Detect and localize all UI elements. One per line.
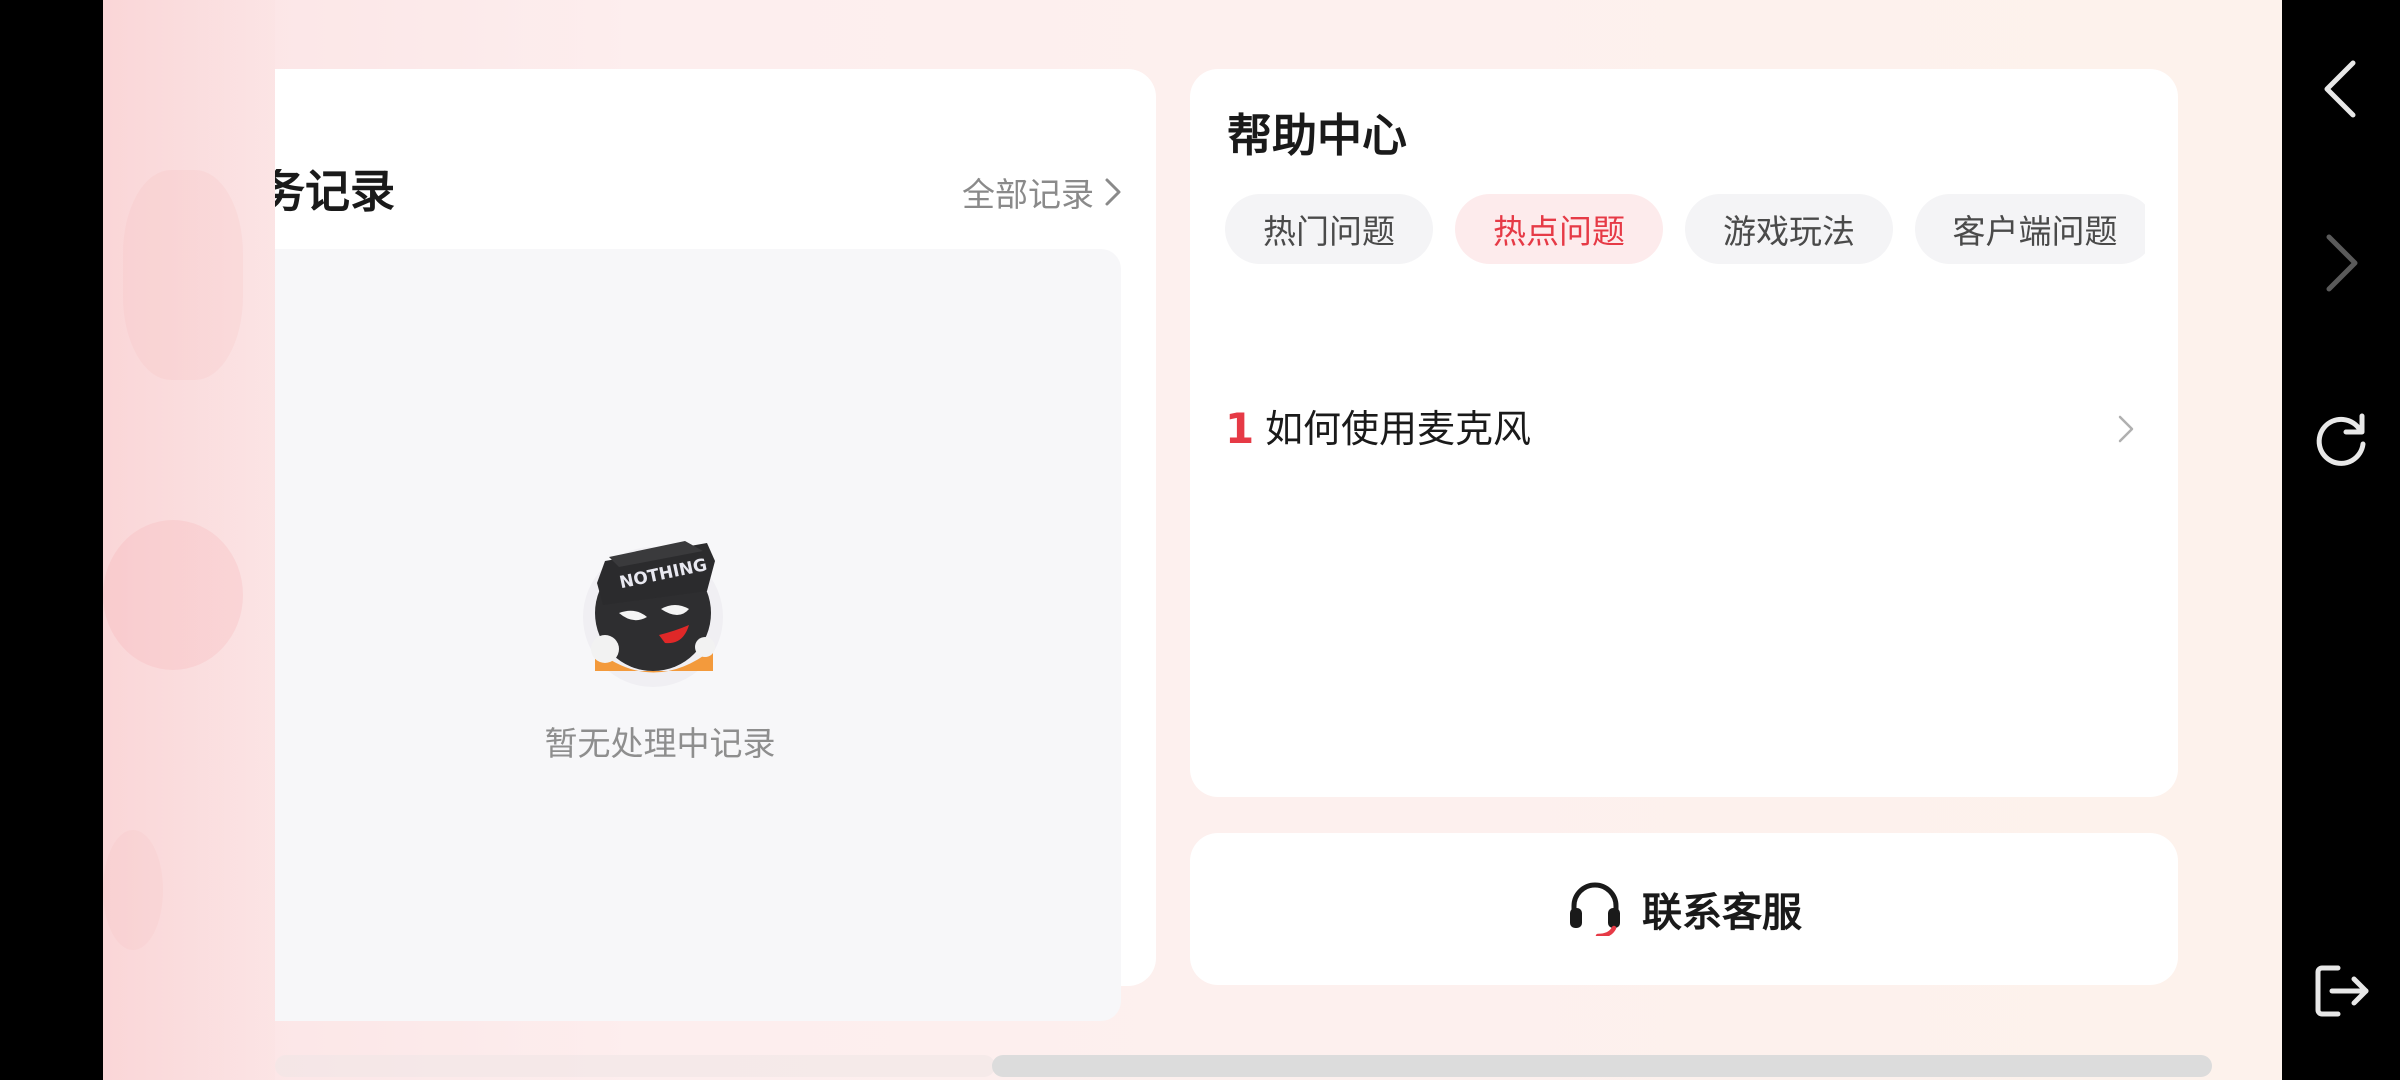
tab-label: 热门问题	[1263, 212, 1395, 251]
chevron-right-icon	[2110, 409, 2140, 449]
exit-icon[interactable]	[2310, 960, 2372, 1022]
all-records-label: 全部记录	[962, 175, 1094, 214]
faq-number: 1	[1225, 404, 1255, 453]
background-decoration	[103, 830, 163, 950]
records-empty-panel: NOTHING 暂无处理中记录	[275, 249, 1121, 1021]
faq-list-item[interactable]: 1 如何使用麦克风	[1225, 399, 2140, 459]
help-center-card: 帮助中心 热门问题 热点问题 游戏玩法 客户端问题 1 如何使用麦克风	[1190, 69, 2178, 797]
tab-label: 热点问题	[1493, 212, 1625, 251]
records-card: 务记录 全部记录 NOTHING 暂无处理中记录	[275, 69, 1156, 1021]
tab-label: 客户端问题	[1952, 212, 2118, 251]
contact-service-button[interactable]: 联系客服	[1190, 833, 2178, 985]
chevron-right-icon	[1104, 177, 1122, 212]
contact-content: 联系客服	[1566, 878, 1802, 940]
tab-hot-questions[interactable]: 热门问题	[1225, 194, 1433, 264]
tab-client-issues[interactable]: 客户端问题	[1915, 194, 2145, 264]
help-center-title: 帮助中心	[1227, 109, 1408, 162]
faq-question: 如何使用麦克风	[1265, 407, 1532, 451]
horizontal-scrollbar[interactable]	[992, 1055, 2212, 1077]
all-records-link[interactable]: 全部记录	[962, 177, 1122, 212]
background-decoration	[123, 170, 243, 380]
empty-state-text: 暂无处理中记录	[544, 724, 776, 763]
left-black-bar	[0, 0, 103, 1080]
tab-gameplay[interactable]: 游戏玩法	[1685, 194, 1893, 264]
back-arrow-icon[interactable]	[2310, 58, 2372, 120]
background-decoration	[103, 520, 243, 670]
help-tabs: 热门问题 热点问题 游戏玩法 客户端问题	[1225, 194, 2145, 264]
empty-mascot-illustration: NOTHING	[575, 521, 735, 691]
tab-label: 游戏玩法	[1723, 212, 1855, 251]
scrollbar-track	[275, 1055, 995, 1077]
refresh-icon[interactable]	[2310, 408, 2372, 470]
tab-trending-questions[interactable]: 热点问题	[1455, 194, 1663, 264]
headset-icon	[1566, 878, 1624, 940]
contact-service-label: 联系客服	[1642, 890, 1802, 936]
right-nav-bar	[2282, 0, 2400, 1080]
forward-arrow-icon[interactable]	[2310, 232, 2372, 294]
records-card-title: 务记录	[275, 169, 395, 214]
